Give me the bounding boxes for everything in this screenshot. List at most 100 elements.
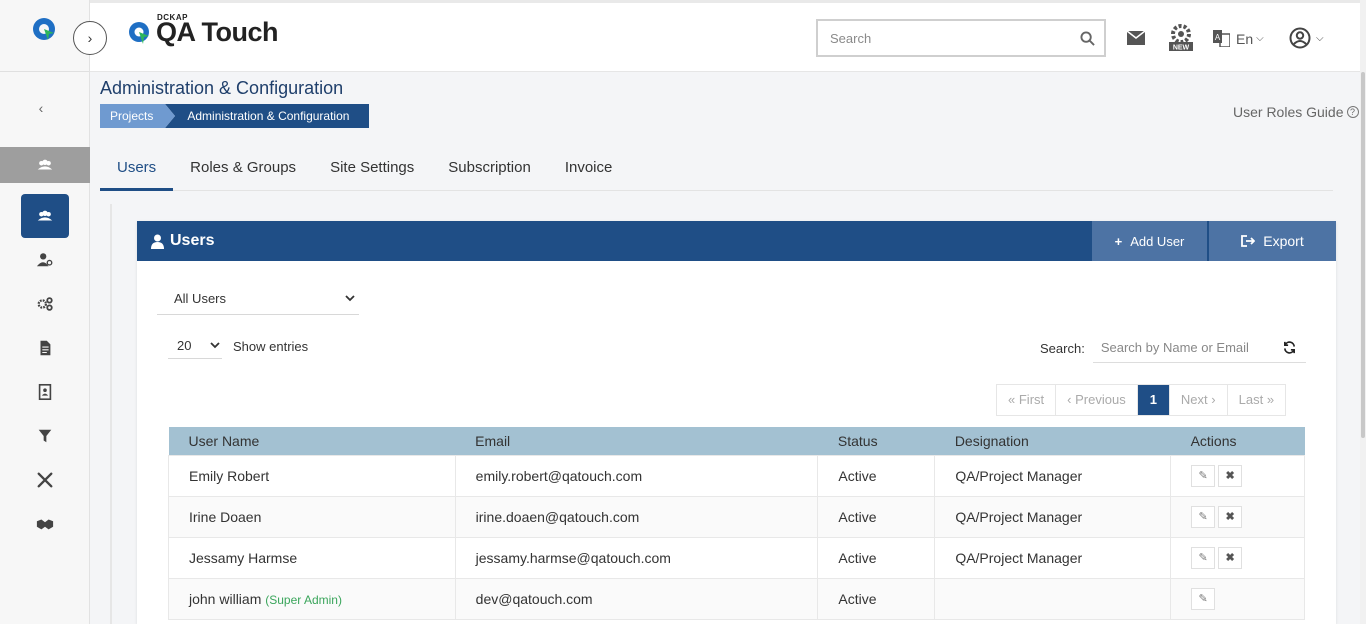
chevron-down-icon: [210, 342, 220, 349]
search-input[interactable]: [818, 30, 1070, 46]
global-search[interactable]: [816, 19, 1106, 57]
table-search-input[interactable]: Search by Name or Email: [1092, 333, 1306, 363]
expand-sidebar-button[interactable]: ›: [73, 21, 107, 55]
page-scrollbar[interactable]: [1360, 0, 1366, 624]
users-panel-header: Users + Add User Export: [137, 221, 1336, 261]
user-designation: QA/Project Manager: [934, 454, 1172, 497]
rail-item-contacts[interactable]: [0, 374, 90, 410]
breadcrumb: Projects Administration & Configuration: [100, 104, 370, 128]
rail-item-user-roles[interactable]: [0, 242, 90, 278]
tab-invoice[interactable]: Invoice: [548, 150, 630, 190]
qatouch-logo-icon[interactable]: [32, 17, 58, 43]
delete-icon[interactable]: ✖: [1218, 464, 1243, 487]
page-last-button[interactable]: Last »: [1228, 385, 1285, 415]
export-icon: [1241, 235, 1256, 247]
chevron-down-icon: ⌵: [1316, 32, 1324, 44]
top-header: DCKAP QA Touch NEW A En ⌵ ⌵: [90, 0, 1366, 72]
tab-subscription[interactable]: Subscription: [431, 150, 548, 190]
new-features-icon[interactable]: NEW: [1168, 24, 1194, 57]
chevron-right-icon: ›: [87, 30, 93, 46]
user-email: dev@qatouch.com: [454, 577, 819, 620]
table-search-placeholder: Search by Name or Email: [1100, 340, 1249, 355]
table-row: john william (Super Admin) dev@qatouch.c…: [168, 577, 1305, 620]
search-icon[interactable]: [1070, 30, 1104, 46]
handshake-icon: [36, 519, 54, 530]
collapse-chevron-icon[interactable]: ‹: [28, 100, 54, 116]
user-icon: [151, 234, 164, 249]
user-designation: QA/Project Manager: [934, 495, 1172, 538]
user-menu[interactable]: ⌵: [1289, 27, 1324, 49]
delete-icon[interactable]: ✖: [1218, 505, 1243, 528]
rail-item-projects[interactable]: [0, 147, 90, 183]
guide-label: User Roles Guide: [1233, 104, 1344, 120]
tab-site-settings[interactable]: Site Settings: [313, 150, 431, 190]
rail-item-filter[interactable]: [0, 418, 90, 454]
col-email[interactable]: Email: [455, 427, 818, 455]
user-status: Active: [817, 454, 936, 497]
pagination: « First ‹ Previous 1 Next › Last »: [996, 384, 1287, 416]
table-row: Jessamy Harmse jessamy.harmse@qatouch.co…: [168, 536, 1305, 579]
col-designation[interactable]: Designation: [934, 427, 1171, 455]
rail-item-settings[interactable]: [0, 286, 90, 322]
gears-icon: [37, 297, 53, 311]
refresh-icon[interactable]: [1283, 341, 1296, 354]
breadcrumb-projects[interactable]: Projects: [100, 104, 176, 128]
panel-title: Users: [151, 232, 214, 250]
users-group-icon: [37, 210, 53, 221]
user-email: irine.doaen@qatouch.com: [454, 495, 819, 538]
users-group-icon: [37, 159, 53, 170]
entries-label: Show entries: [233, 338, 309, 354]
plus-icon: +: [1114, 233, 1123, 249]
edit-icon[interactable]: ✎: [1191, 464, 1216, 487]
chevron-down-icon: [345, 295, 355, 302]
svg-text:A: A: [1215, 33, 1221, 42]
double-chevron-right-icon: »: [1266, 392, 1275, 407]
entries-control: 20 Show entries: [168, 333, 308, 359]
entries-select[interactable]: 20: [168, 333, 222, 359]
rail-item-reports[interactable]: [0, 330, 90, 366]
page-current-button[interactable]: 1: [1137, 385, 1170, 415]
edit-icon[interactable]: ✎: [1191, 505, 1216, 528]
user-status: Active: [817, 536, 936, 579]
chevron-right-icon: ›: [1211, 392, 1216, 407]
tab-roles-groups[interactable]: Roles & Groups: [173, 150, 313, 190]
language-selector[interactable]: A En ⌵: [1213, 30, 1264, 47]
delete-icon[interactable]: ✖: [1218, 546, 1243, 569]
tools-icon: [37, 472, 53, 488]
user-name: Irine Doaen: [189, 508, 262, 525]
user-filter-select[interactable]: All Users: [157, 283, 359, 315]
user-roles-guide-link[interactable]: User Roles Guide ?: [1233, 104, 1359, 120]
export-button[interactable]: Export: [1209, 221, 1336, 261]
filter-icon: [38, 429, 52, 443]
col-user-name[interactable]: User Name: [168, 427, 456, 455]
page-previous-button[interactable]: ‹ Previous: [1056, 385, 1138, 415]
brand-logo[interactable]: DCKAP QA Touch: [128, 13, 278, 47]
user-name: Emily Robert: [189, 467, 270, 484]
language-label: En: [1236, 30, 1254, 47]
breadcrumb-current: Administration & Configuration: [165, 104, 370, 128]
page-next-button[interactable]: Next ›: [1170, 385, 1228, 415]
col-status[interactable]: Status: [817, 427, 935, 455]
chevron-left-icon: ‹: [1067, 392, 1072, 407]
page-first-button[interactable]: « First: [997, 385, 1057, 415]
users-panel: Users + Add User Export All Users 20 Sho…: [137, 221, 1336, 624]
help-icon: ?: [1346, 106, 1359, 118]
tab-users[interactable]: Users: [100, 150, 174, 191]
rail-item-integrations[interactable]: [0, 506, 90, 542]
qatouch-logo-icon: [129, 22, 149, 44]
entries-value: 20: [177, 338, 192, 353]
edit-icon[interactable]: ✎: [1191, 587, 1216, 610]
table-row: Emily Robert emily.robert@qatouch.com Ac…: [168, 454, 1305, 497]
rail-item-tools[interactable]: [0, 462, 90, 498]
user-settings-icon: [36, 253, 53, 267]
edit-icon[interactable]: ✎: [1191, 546, 1216, 569]
page-title: Administration & Configuration: [100, 78, 344, 98]
table-header-row: User Name Email Status Designation Actio…: [168, 427, 1305, 455]
col-actions: Actions: [1170, 427, 1305, 455]
rail-item-admin[interactable]: [0, 194, 90, 238]
mail-icon[interactable]: [1126, 30, 1146, 50]
chevron-down-icon: ⌵: [1256, 33, 1264, 44]
brand-company: DCKAP: [157, 13, 188, 22]
add-user-button[interactable]: + Add User: [1092, 221, 1207, 261]
user-designation: [934, 577, 1172, 620]
